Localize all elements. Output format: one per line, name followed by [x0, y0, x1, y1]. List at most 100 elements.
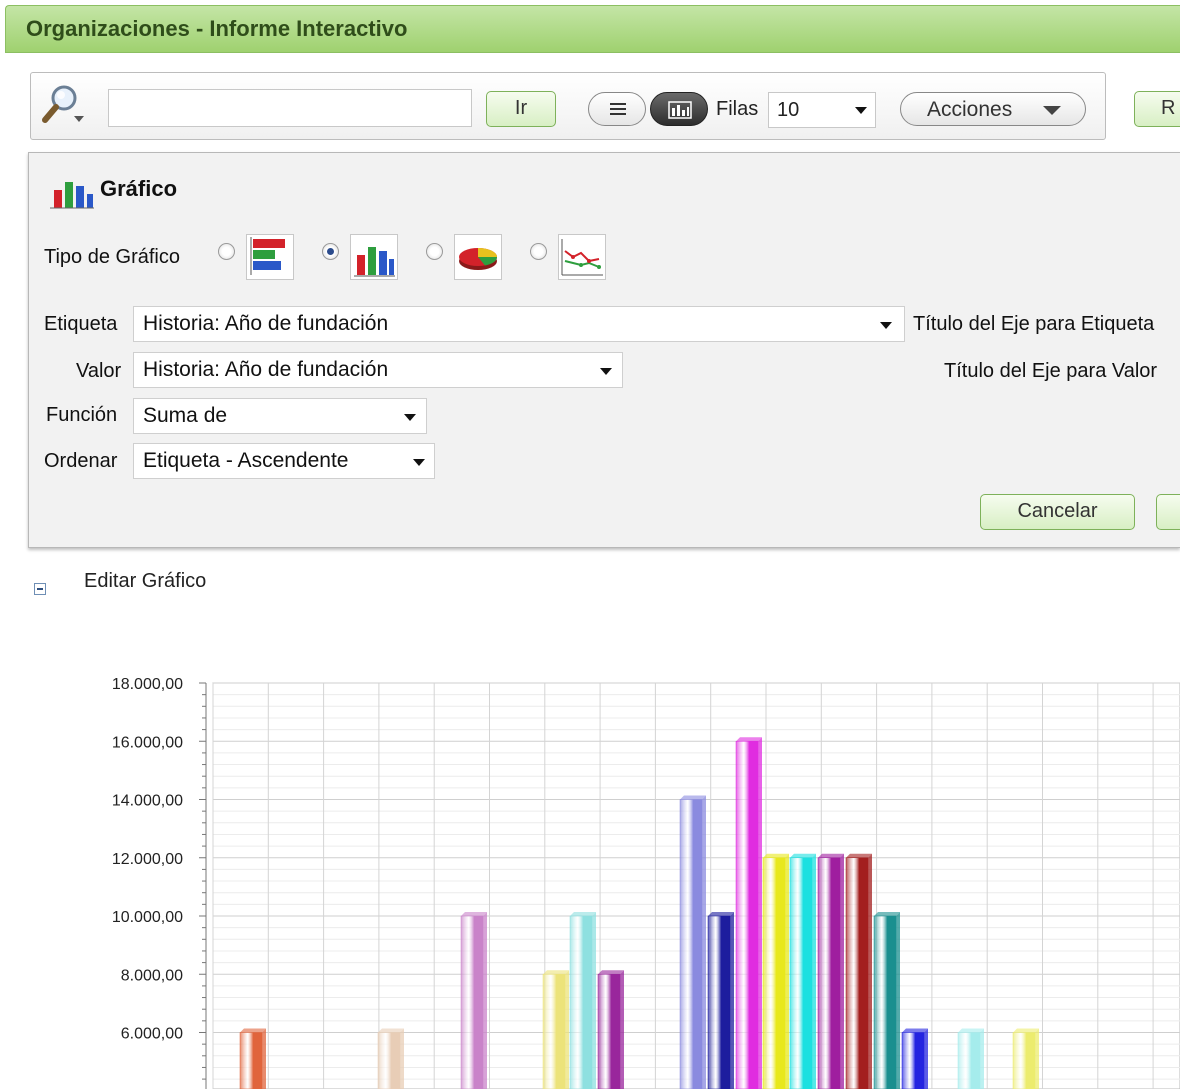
- bar-side: [730, 912, 734, 1089]
- bar-top: [763, 853, 789, 858]
- region-title: Organizaciones - Informe Interactivo: [26, 16, 408, 41]
- bar-top: [818, 853, 844, 858]
- value-axis-title-label: Título del Eje para Valor: [944, 360, 1158, 382]
- y-tick-label: 6.000,00: [121, 1026, 183, 1043]
- sort-select-value: Etiqueta - Ascendente: [143, 449, 349, 472]
- bar-side: [565, 970, 569, 1089]
- bar-top: [1013, 1028, 1039, 1033]
- bar-top: [708, 912, 734, 916]
- bar-side: [400, 1028, 404, 1089]
- bar: [542, 974, 566, 1089]
- function-select[interactable]: Suma de: [133, 398, 427, 434]
- report-view-button[interactable]: [588, 92, 646, 126]
- label-select-value: Historia: Año de fundación: [143, 312, 389, 335]
- bar: [957, 1032, 981, 1089]
- bar: [901, 1032, 925, 1089]
- go-button[interactable]: Ir: [486, 91, 556, 127]
- bar: [679, 799, 703, 1089]
- bar-side: [262, 1028, 266, 1089]
- bar-side: [924, 1028, 928, 1089]
- bar-side: [592, 912, 596, 1089]
- bar: [569, 915, 593, 1089]
- sort-select[interactable]: Etiqueta - Ascendente: [133, 443, 435, 479]
- line-chart-icon[interactable]: [558, 234, 606, 280]
- horizontal-bar-chart-icon[interactable]: [246, 234, 294, 280]
- bar-side: [980, 1028, 984, 1089]
- bar: [707, 915, 731, 1089]
- chevron-down-icon: [1043, 106, 1061, 115]
- rows-label: Filas: [716, 98, 759, 120]
- bar: [460, 915, 484, 1089]
- bar-top: [680, 795, 706, 800]
- chart-view-button[interactable]: [650, 92, 708, 126]
- y-tick-label: 14.000,00: [112, 793, 183, 810]
- bar-side: [620, 970, 624, 1089]
- bar-side: [702, 795, 706, 1089]
- y-tick-label: 12.000,00: [112, 851, 183, 868]
- label-axis-title-label: Título del Eje para Etiqueta: [913, 313, 1155, 335]
- bar-top: [790, 853, 816, 858]
- chevron-down-icon: [600, 368, 612, 375]
- bar: [1012, 1032, 1036, 1089]
- cancel-button[interactable]: Cancelar: [980, 494, 1135, 530]
- bar-side: [868, 853, 872, 1089]
- bar-side: [758, 737, 762, 1089]
- bar-top: [240, 1028, 266, 1033]
- function-field-label: Función: [46, 404, 118, 426]
- chart-panel-title: Gráfico: [100, 176, 178, 201]
- pie-chart-icon[interactable]: [454, 234, 502, 280]
- chevron-down-icon: [880, 322, 892, 329]
- bar: [762, 857, 786, 1089]
- function-select-value: Suma de: [143, 404, 228, 427]
- label-select[interactable]: Historia: Año de fundación: [133, 306, 905, 342]
- bar: [817, 857, 841, 1089]
- y-tick-label: 18.000,00: [112, 676, 183, 693]
- bar-side: [812, 853, 816, 1089]
- search-column-icon[interactable]: [40, 84, 90, 128]
- chevron-down-icon: [855, 107, 867, 114]
- label-field-label: Etiqueta: [44, 313, 118, 335]
- collapse-icon[interactable]: [34, 583, 46, 595]
- bar: [597, 974, 621, 1089]
- chart-type-radio-vertical[interactable]: [322, 243, 339, 260]
- bar-top: [543, 970, 569, 975]
- chart-type-radio-horizontal[interactable]: [218, 243, 235, 260]
- bar-side: [785, 853, 789, 1089]
- y-tick-label: 10.000,00: [112, 909, 183, 926]
- actions-label: Acciones: [927, 98, 1013, 121]
- bar: [239, 1032, 263, 1089]
- chevron-down-icon: [413, 459, 425, 466]
- apply-button[interactable]: [1156, 494, 1180, 530]
- value-field-label: Valor: [76, 360, 122, 382]
- bar: [845, 857, 869, 1089]
- chart-type-radio-line[interactable]: [530, 243, 547, 260]
- chart-type-radio-pie[interactable]: [426, 243, 443, 260]
- bar-top: [958, 1028, 984, 1033]
- actions-button[interactable]: Acciones: [900, 92, 1086, 126]
- bar-side: [1035, 1028, 1039, 1089]
- chart-type-label: Tipo de Gráfico: [44, 246, 180, 268]
- bar-top: [902, 1028, 928, 1033]
- reset-button[interactable]: R: [1134, 91, 1180, 127]
- bar-side: [896, 912, 900, 1089]
- chevron-down-icon: [404, 414, 416, 421]
- edit-chart-label[interactable]: Editar Gráfico: [84, 570, 206, 593]
- list-view-icon: [610, 103, 626, 115]
- chart-view-icon: [668, 101, 692, 119]
- y-tick-label: 8.000,00: [121, 967, 183, 984]
- vertical-bar-chart-icon[interactable]: [350, 234, 398, 280]
- search-input[interactable]: [108, 89, 472, 127]
- bar: [789, 857, 813, 1089]
- bar-top: [461, 912, 487, 916]
- bar-chart: 18.000,00 16.000,00 14.000,00 12.000,00 10.0…: [112, 676, 1180, 1089]
- region-header: Organizaciones - Informe Interactivo: [5, 5, 1180, 53]
- rows-value: 10: [777, 99, 800, 121]
- bar-top: [846, 853, 872, 858]
- reset-button-label: R: [1161, 97, 1176, 119]
- chart-panel-icon: [48, 172, 96, 210]
- value-select[interactable]: Historia: Año de fundación: [133, 352, 623, 388]
- y-tick-label: 16.000,00: [112, 734, 183, 751]
- rows-select[interactable]: 10: [768, 92, 876, 128]
- bar-top: [874, 912, 900, 916]
- value-select-value: Historia: Año de fundación: [143, 358, 389, 381]
